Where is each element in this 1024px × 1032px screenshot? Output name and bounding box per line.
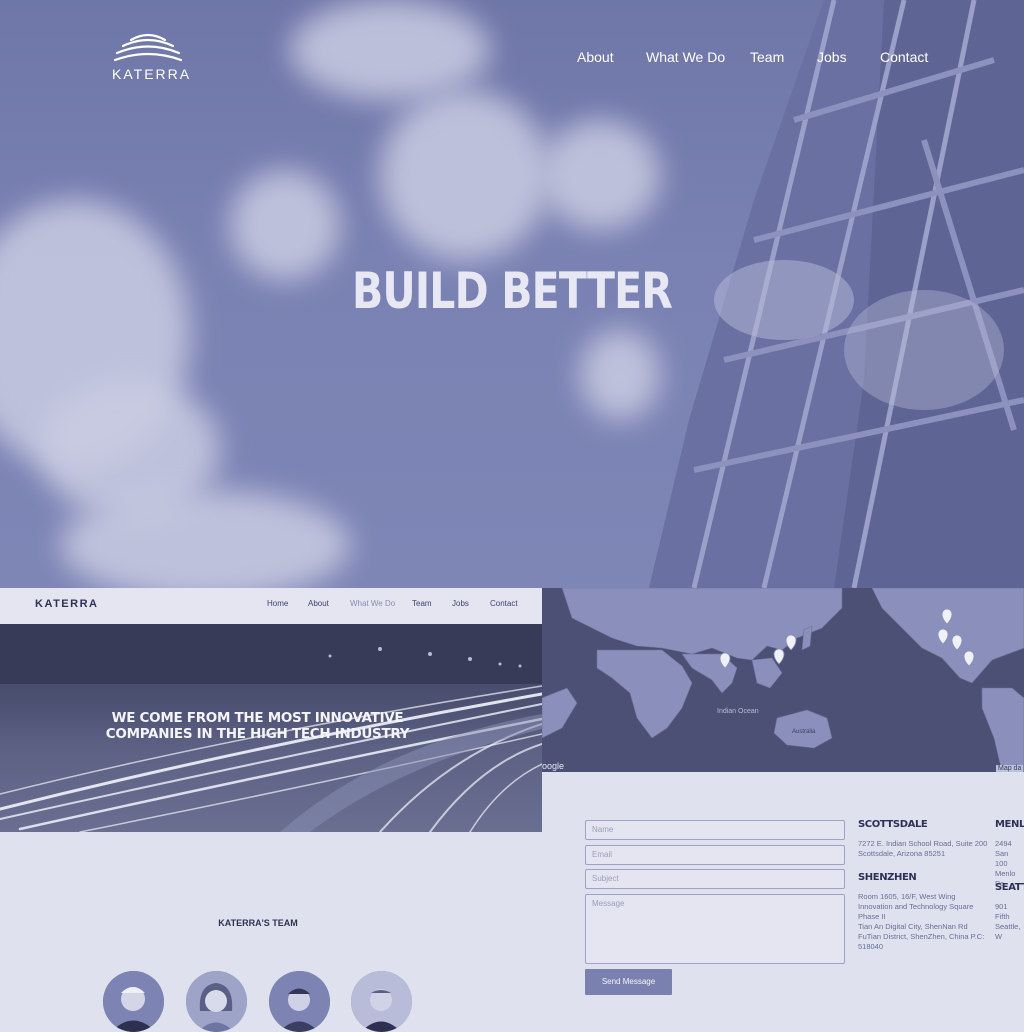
- team-member-avatar[interactable]: [351, 971, 412, 1032]
- team-member-avatar[interactable]: [103, 971, 164, 1032]
- office-heading-menlo-park: MENLO P: [995, 819, 1024, 830]
- nav-team[interactable]: Team: [750, 49, 784, 65]
- offices-world-map[interactable]: Indian Ocean Australia: [542, 588, 1024, 772]
- hero-navigation: About What We Do Team Jobs Contact: [0, 49, 1024, 69]
- subnav-contact[interactable]: Contact: [490, 599, 518, 608]
- cloud: [380, 90, 550, 260]
- google-logo[interactable]: oogle: [542, 761, 564, 771]
- hero-section: KATERRA About What We Do Team Jobs Conta…: [0, 0, 1024, 588]
- ocean-label: Indian Ocean: [717, 708, 759, 715]
- team-member-avatar[interactable]: [186, 971, 247, 1032]
- site-navigation-bar: KATERRA Home About What We Do Team Jobs …: [0, 588, 542, 624]
- message-field[interactable]: Message: [585, 894, 845, 964]
- subnav-home[interactable]: Home: [267, 599, 288, 608]
- team-heading: KATERRA'S TEAM: [218, 918, 298, 928]
- hero-title: BUILD BETTER: [351, 262, 673, 320]
- world-map-graphic: Indian Ocean Australia: [542, 588, 1024, 772]
- nav-about[interactable]: About: [577, 49, 614, 65]
- office-address-seattle: 901 Fifth Seattle, W: [995, 902, 1021, 941]
- map-data-attribution[interactable]: Map da: [996, 765, 1024, 772]
- nav-what-we-do[interactable]: What We Do: [646, 49, 725, 65]
- office-heading-scottsdale: SCOTTSDALE: [858, 819, 928, 830]
- office-address-scottsdale: 7272 E. Indian School Road, Suite 200 Sc…: [858, 839, 988, 858]
- nav-contact[interactable]: Contact: [880, 49, 928, 65]
- country-label: Australia: [792, 729, 816, 735]
- office-heading-seattle: SEATTLE: [995, 882, 1024, 893]
- person-photo-icon: [186, 971, 247, 1032]
- send-message-button[interactable]: Send Message: [585, 969, 672, 995]
- team-member-avatar[interactable]: [269, 971, 330, 1032]
- subnav-jobs[interactable]: Jobs: [452, 599, 469, 608]
- subject-field[interactable]: Subject: [585, 869, 845, 889]
- subnav-team[interactable]: Team: [412, 599, 432, 608]
- email-field[interactable]: Email: [585, 845, 845, 865]
- cloud: [60, 490, 350, 588]
- banner-headline: WE COME FROM THE MOST INNOVATIVE COMPANI…: [105, 710, 410, 742]
- office-heading-shenzhen: SHENZHEN: [858, 872, 917, 883]
- name-field[interactable]: Name: [585, 820, 845, 840]
- person-photo-icon: [103, 971, 164, 1032]
- nav-jobs[interactable]: Jobs: [817, 49, 847, 65]
- person-photo-icon: [351, 971, 412, 1032]
- subnav-about[interactable]: About: [308, 599, 329, 608]
- office-address-shenzhen: Room 1605, 16/F, West Wing Innovation an…: [858, 892, 985, 951]
- site-brand[interactable]: KATERRA: [35, 598, 98, 610]
- person-photo-icon: [269, 971, 330, 1032]
- subnav-what-we-do[interactable]: What We Do: [350, 599, 395, 608]
